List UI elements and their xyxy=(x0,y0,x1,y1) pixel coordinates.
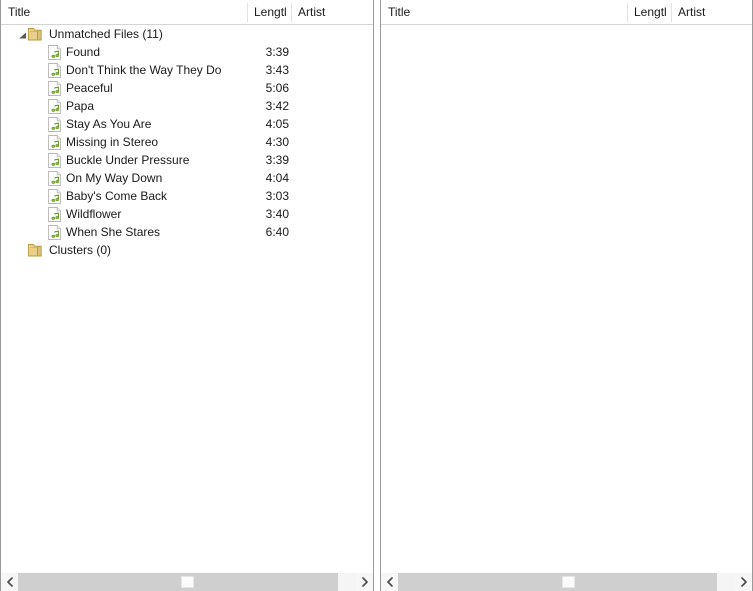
track-length: 3:40 xyxy=(265,207,289,221)
right-scroll-trough-end xyxy=(717,573,735,591)
folder-icon xyxy=(28,243,44,257)
track-length: 3:39 xyxy=(265,45,289,59)
tree-group-row[interactable]: Unmatched Files (11) xyxy=(1,25,373,43)
scroll-right-arrow-icon-right[interactable] xyxy=(735,573,752,591)
track-title: Found xyxy=(66,45,101,59)
track-title: Buckle Under Pressure xyxy=(66,153,190,167)
left-tree-body[interactable]: Unmatched Files (11) Found 3:39 Don't Think… xyxy=(1,25,373,572)
group-label: Unmatched Files (11) xyxy=(49,27,163,41)
column-header-artist-right[interactable]: Artist xyxy=(671,0,752,24)
right-horizontal-scrollbar[interactable] xyxy=(381,572,752,591)
scroll-left-arrow-icon[interactable] xyxy=(1,573,18,591)
track-length: 6:40 xyxy=(265,225,289,239)
right-tree-body[interactable] xyxy=(381,25,752,572)
left-scroll-trough[interactable] xyxy=(18,573,356,591)
scroll-right-arrow-icon[interactable] xyxy=(356,573,373,591)
album-pane[interactable]: Title Lengtl Artist xyxy=(380,0,753,591)
tree-file-row[interactable]: Stay As You Are 4:05 xyxy=(1,115,373,133)
audio-file-icon xyxy=(48,117,62,132)
track-length: 3:43 xyxy=(265,63,289,77)
track-title: Papa xyxy=(66,99,95,113)
audio-file-icon xyxy=(48,171,62,186)
column-header-title[interactable]: Title xyxy=(1,0,247,24)
track-length: 5:06 xyxy=(265,81,289,95)
tree-file-row[interactable]: Baby's Come Back 3:03 xyxy=(1,187,373,205)
tree-file-row[interactable]: On My Way Down 4:04 xyxy=(1,169,373,187)
folder-icon xyxy=(28,27,44,41)
left-scroll-thumb[interactable] xyxy=(181,576,194,588)
left-horizontal-scrollbar[interactable] xyxy=(1,572,373,591)
right-scroll-trough[interactable] xyxy=(398,573,735,591)
audio-file-icon xyxy=(48,225,62,240)
track-length: 3:03 xyxy=(265,189,289,203)
column-header-length[interactable]: Lengtl xyxy=(247,0,291,24)
audio-file-icon xyxy=(48,45,62,60)
column-header-artist[interactable]: Artist xyxy=(291,0,373,24)
tree-file-row[interactable]: Papa 3:42 xyxy=(1,97,373,115)
audio-file-icon xyxy=(48,153,62,168)
column-header-title-right[interactable]: Title xyxy=(381,0,627,24)
tree-file-row[interactable]: Wildflower 3:40 xyxy=(1,205,373,223)
track-title: Wildflower xyxy=(66,207,122,221)
audio-file-icon xyxy=(48,99,62,114)
audio-file-icon xyxy=(48,189,62,204)
track-length: 4:30 xyxy=(265,135,289,149)
audio-file-icon xyxy=(48,207,62,222)
expander-collapse-icon[interactable] xyxy=(18,31,27,40)
app-root: Title Lengtl Artist Unmatched Files (11)… xyxy=(0,0,753,591)
tree-file-row[interactable]: When She Stares 6:40 xyxy=(1,223,373,241)
audio-file-icon xyxy=(48,63,62,78)
group-label: Clusters (0) xyxy=(49,243,112,257)
audio-file-icon xyxy=(48,135,62,150)
right-column-header: Title Lengtl Artist xyxy=(381,0,752,25)
track-length: 4:05 xyxy=(265,117,289,131)
scroll-left-arrow-icon-right[interactable] xyxy=(381,573,398,591)
track-length: 4:04 xyxy=(265,171,289,185)
track-title: Peaceful xyxy=(66,81,113,95)
track-title: Stay As You Are xyxy=(66,117,152,131)
tree-file-row[interactable]: Peaceful 5:06 xyxy=(1,79,373,97)
left-scroll-trough-end xyxy=(338,573,356,591)
track-title: Missing in Stereo xyxy=(66,135,159,149)
audio-file-icon xyxy=(48,81,62,96)
tree-file-row[interactable]: Don't Think the Way They Do 3:43 xyxy=(1,61,373,79)
track-title: Baby's Come Back xyxy=(66,189,167,203)
track-length: 3:39 xyxy=(265,153,289,167)
track-title: When She Stares xyxy=(66,225,161,239)
track-title: Don't Think the Way They Do xyxy=(66,63,222,77)
track-title: On My Way Down xyxy=(66,171,163,185)
tree-group-row[interactable]: Clusters (0) xyxy=(1,241,373,259)
track-length: 3:42 xyxy=(265,99,289,113)
right-scroll-thumb[interactable] xyxy=(562,576,575,588)
tree-file-row[interactable]: Found 3:39 xyxy=(1,43,373,61)
column-header-length-right[interactable]: Lengtl xyxy=(627,0,671,24)
unmatched-files-pane[interactable]: Title Lengtl Artist Unmatched Files (11)… xyxy=(0,0,374,591)
tree-file-row[interactable]: Missing in Stereo 4:30 xyxy=(1,133,373,151)
left-column-header: Title Lengtl Artist xyxy=(1,0,373,25)
tree-file-row[interactable]: Buckle Under Pressure 3:39 xyxy=(1,151,373,169)
